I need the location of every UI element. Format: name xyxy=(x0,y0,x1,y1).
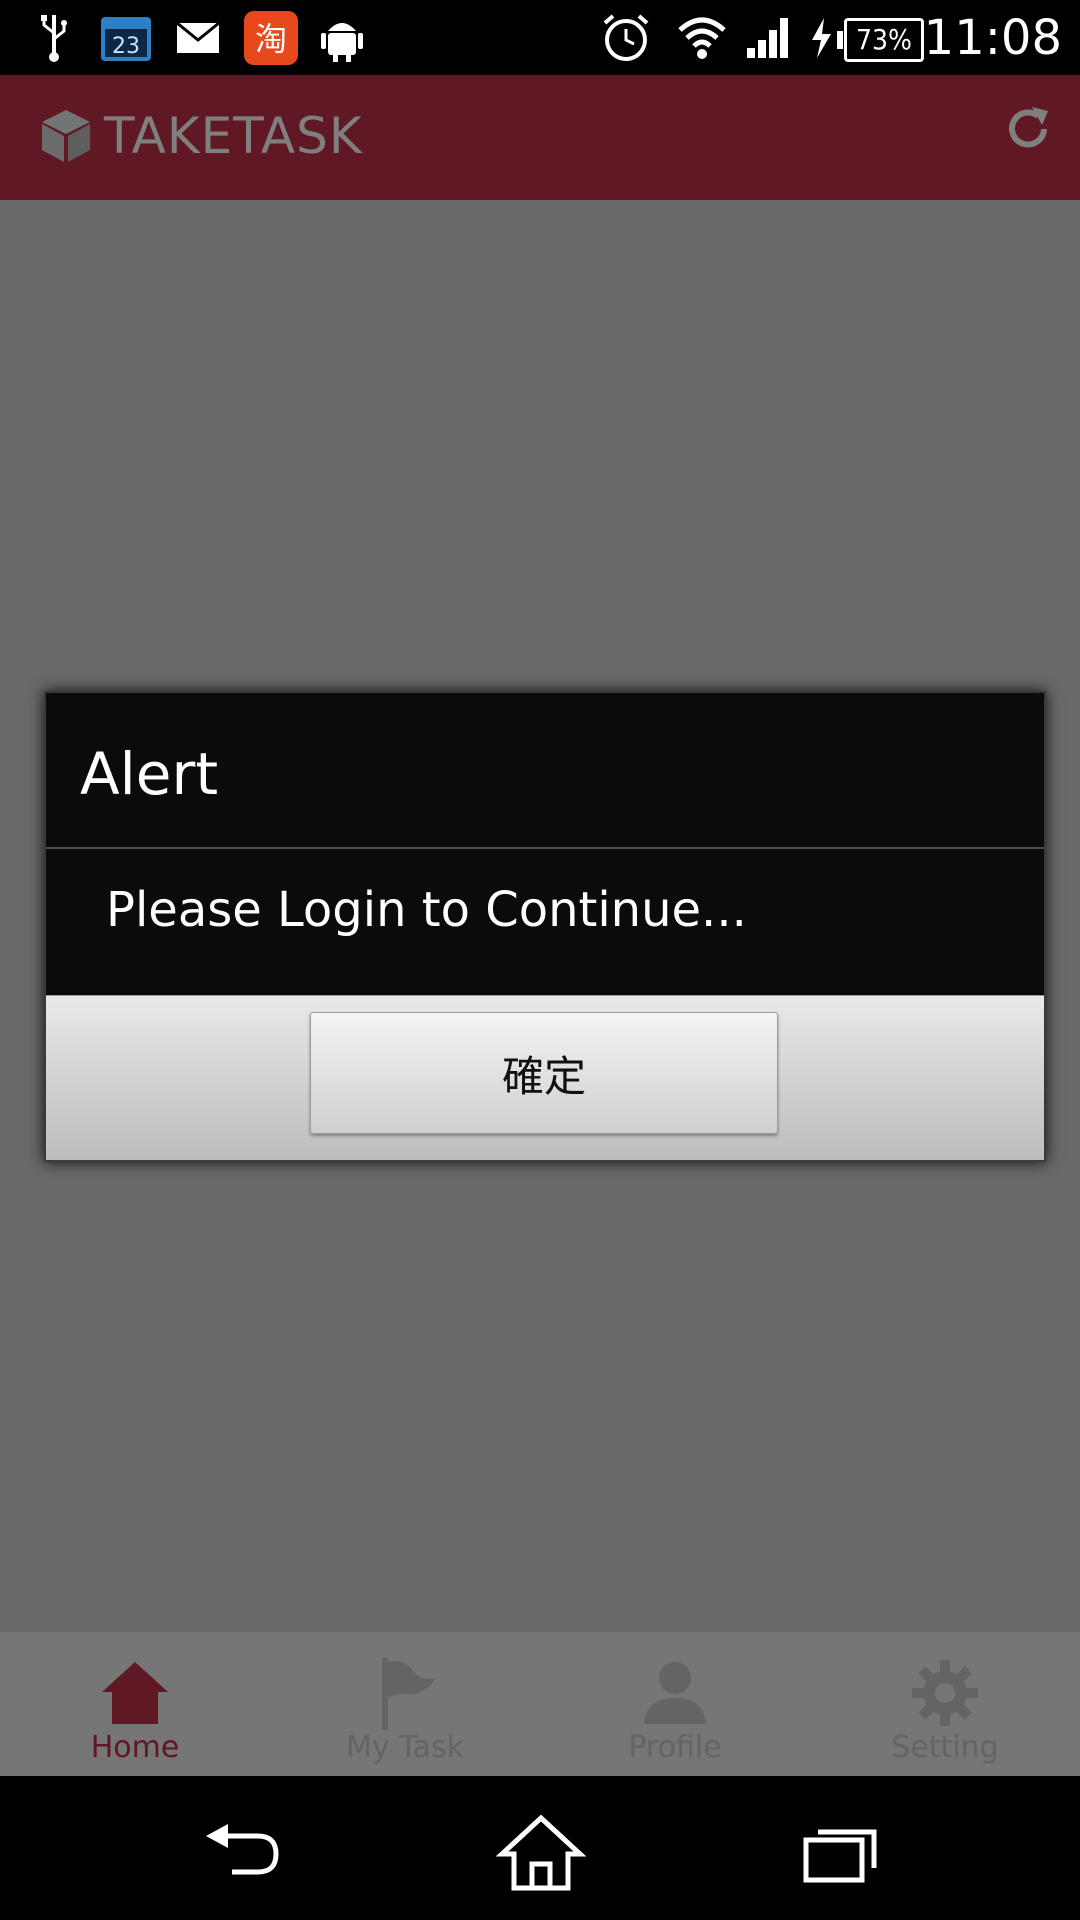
back-icon[interactable] xyxy=(196,1812,286,1892)
alert-dialog: Alert Please Login to Continue... 確定 xyxy=(44,691,1046,1162)
dialog-button-bar: 確定 xyxy=(46,995,1044,1160)
charging-icon xyxy=(806,10,836,65)
home-icon[interactable] xyxy=(496,1812,586,1892)
svg-text:淘: 淘 xyxy=(255,20,287,58)
calendar-day: 23 xyxy=(112,34,140,59)
android-icon xyxy=(318,10,366,65)
status-time: 11:08 xyxy=(923,10,1062,66)
taobao-icon: 淘 xyxy=(244,10,298,65)
system-nav-bar xyxy=(0,1776,1080,1920)
dialog-title: Alert xyxy=(80,740,219,808)
usb-icon xyxy=(34,10,74,65)
battery-indicator: 73% xyxy=(837,18,924,62)
dialog-message: Please Login to Continue... xyxy=(106,882,747,938)
signal-icon xyxy=(744,10,794,65)
status-bar: 23 淘 73% 11:08 xyxy=(0,0,1080,75)
confirm-button[interactable]: 確定 xyxy=(310,1012,778,1134)
mail-icon xyxy=(174,10,222,65)
wifi-icon xyxy=(676,10,728,65)
recents-icon[interactable] xyxy=(796,1812,886,1892)
calendar-icon: 23 xyxy=(98,10,154,65)
alarm-icon xyxy=(600,10,652,65)
dialog-divider xyxy=(46,847,1044,849)
